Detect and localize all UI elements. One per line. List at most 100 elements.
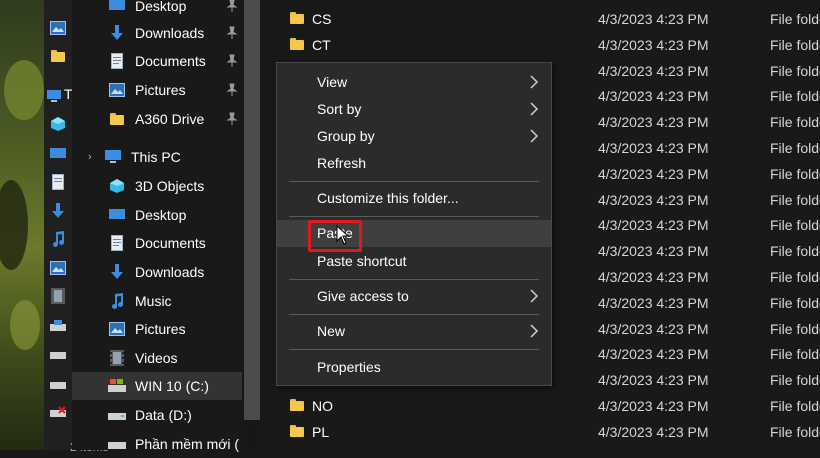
file-date-modified: 4/3/2023 4:23 PM <box>598 11 709 27</box>
nav-item-label: WIN 10 (C:) <box>135 378 209 394</box>
nav-item-label: A360 Drive <box>135 111 205 127</box>
file-row[interactable]: CT 4/3/2023 4:23 PM File folder <box>262 32 820 58</box>
file-type: File folder <box>770 217 820 233</box>
desktop-icon <box>50 146 66 162</box>
file-row[interactable]: NO 4/3/2023 4:23 PM File folder <box>262 393 820 419</box>
videos-icon <box>50 288 66 304</box>
menu-item-label: Give access to <box>317 288 409 304</box>
file-date-modified: 4/3/2023 4:23 PM <box>598 63 709 79</box>
nav-item-pictures-pc[interactable]: Pictures <box>108 315 242 343</box>
file-date-modified: 4/3/2023 4:23 PM <box>598 372 709 388</box>
file-type: File folder <box>770 11 820 27</box>
music-icon <box>50 231 66 247</box>
nav-item-desktop[interactable]: Desktop <box>108 0 242 20</box>
pin-icon <box>226 83 238 96</box>
folder-icon <box>108 110 126 128</box>
menu-item-give-access[interactable]: Give access to <box>277 283 551 310</box>
nav-item-a360-drive[interactable]: A360 Drive <box>108 105 242 133</box>
nav-item-documents-pc[interactable]: Documents <box>108 229 242 257</box>
nav-item-phan-mem-moi[interactable]: Phần mềm mới ( <box>108 430 242 458</box>
file-type: File folder <box>770 192 820 208</box>
nav-item-label: 3D Objects <box>135 178 205 194</box>
pictures-icon <box>108 81 126 99</box>
downloads-icon <box>108 24 126 42</box>
paste-highlight-box <box>308 220 362 252</box>
desktop-icon <box>108 0 126 15</box>
nav-item-pictures[interactable]: Pictures <box>108 76 242 104</box>
file-type: File folder <box>770 243 820 259</box>
nav-item-downloads[interactable]: Downloads <box>108 19 242 47</box>
nav-item-label: Pictures <box>135 82 186 98</box>
menu-item-customize-folder[interactable]: Customize this folder... <box>277 185 551 212</box>
menu-item-paste-shortcut[interactable]: Paste shortcut <box>277 248 551 275</box>
folder-icon <box>290 38 304 50</box>
menu-item-view[interactable]: View <box>277 69 551 96</box>
file-type: File folder <box>770 295 820 311</box>
nav-item-label: Documents <box>135 53 206 69</box>
file-row[interactable]: CS 4/3/2023 4:23 PM File folder <box>262 6 820 32</box>
file-type: File folder <box>770 37 820 53</box>
pictures-icon <box>108 320 126 338</box>
menu-item-group-by[interactable]: Group by <box>277 123 551 150</box>
nav-item-label: Downloads <box>135 264 205 280</box>
file-type: File folder <box>770 114 820 130</box>
folder-icon <box>290 12 304 24</box>
nav-item-label: Videos <box>135 350 178 366</box>
file-type: File folder <box>770 88 820 104</box>
desktop-icon <box>108 206 126 224</box>
nav-item-label: Music <box>135 293 172 309</box>
nav-item-desktop-pc[interactable]: Desktop <box>108 201 242 229</box>
chevron-right-icon[interactable]: › <box>88 151 98 163</box>
menu-item-label: New <box>317 323 346 339</box>
pin-icon <box>226 26 238 39</box>
nav-item-data-d[interactable]: Data (D:) <box>108 401 242 429</box>
music-icon <box>108 292 126 310</box>
downloads-icon <box>108 263 126 281</box>
nav-item-this-pc[interactable]: › This PC <box>88 143 242 171</box>
file-type: File folder <box>770 346 820 362</box>
nav-item-downloads-pc[interactable]: Downloads <box>108 258 242 286</box>
nav-item-win10-c[interactable]: WIN 10 (C:) <box>72 372 242 400</box>
file-date-modified: 4/3/2023 4:23 PM <box>598 346 709 362</box>
file-name: CS <box>312 11 332 27</box>
3d-objects-icon <box>108 177 126 195</box>
mouse-cursor-icon <box>336 225 350 245</box>
documents-icon <box>50 174 66 190</box>
menu-item-properties[interactable]: Properties <box>277 354 551 381</box>
menu-separator <box>289 216 539 217</box>
file-type: File folder <box>770 140 820 156</box>
menu-separator <box>289 279 539 280</box>
nav-item-music[interactable]: Music <box>108 287 242 315</box>
file-date-modified: 4/3/2023 4:23 PM <box>598 243 709 259</box>
file-type: File folder <box>770 321 820 337</box>
scrollbar-thumb[interactable] <box>244 0 260 420</box>
pin-icon <box>226 112 238 125</box>
nav-item-3d-objects[interactable]: 3D Objects <box>108 172 242 200</box>
file-date-modified: 4/3/2023 4:23 PM <box>598 37 709 53</box>
menu-item-refresh[interactable]: Refresh <box>277 150 551 177</box>
drive-icon <box>108 406 126 424</box>
folder-icon <box>290 425 304 437</box>
menu-item-sort-by[interactable]: Sort by <box>277 96 551 123</box>
file-type: File folder <box>770 269 820 285</box>
menu-item-label: Sort by <box>317 101 362 117</box>
nav-item-documents[interactable]: Documents <box>108 47 242 75</box>
drive-icon <box>50 318 66 334</box>
file-type: File folder <box>770 166 820 182</box>
context-menu[interactable]: View Sort by Group by Refresh Customize … <box>276 62 552 386</box>
menu-item-new[interactable]: New <box>277 318 551 345</box>
menu-item-label: Paste shortcut <box>317 253 407 269</box>
this-pc-icon <box>46 88 62 104</box>
navigation-pane[interactable]: Desktop Downloads Documents Pictures A36… <box>72 0 242 452</box>
nav-item-label: Desktop <box>135 0 187 14</box>
navigation-scrollbar[interactable] <box>242 0 262 450</box>
file-date-modified: 4/3/2023 4:23 PM <box>598 424 709 440</box>
menu-separator <box>289 349 539 350</box>
file-row[interactable]: PL 4/3/2023 4:23 PM File folder <box>262 419 820 445</box>
file-date-modified: 4/3/2023 4:23 PM <box>598 166 709 182</box>
drive-icon <box>108 435 126 453</box>
background-window: T 2 items <box>44 0 109 454</box>
nav-item-videos[interactable]: Videos <box>108 344 242 372</box>
file-date-modified: 4/3/2023 4:23 PM <box>598 217 709 233</box>
file-date-modified: 4/3/2023 4:23 PM <box>598 321 709 337</box>
